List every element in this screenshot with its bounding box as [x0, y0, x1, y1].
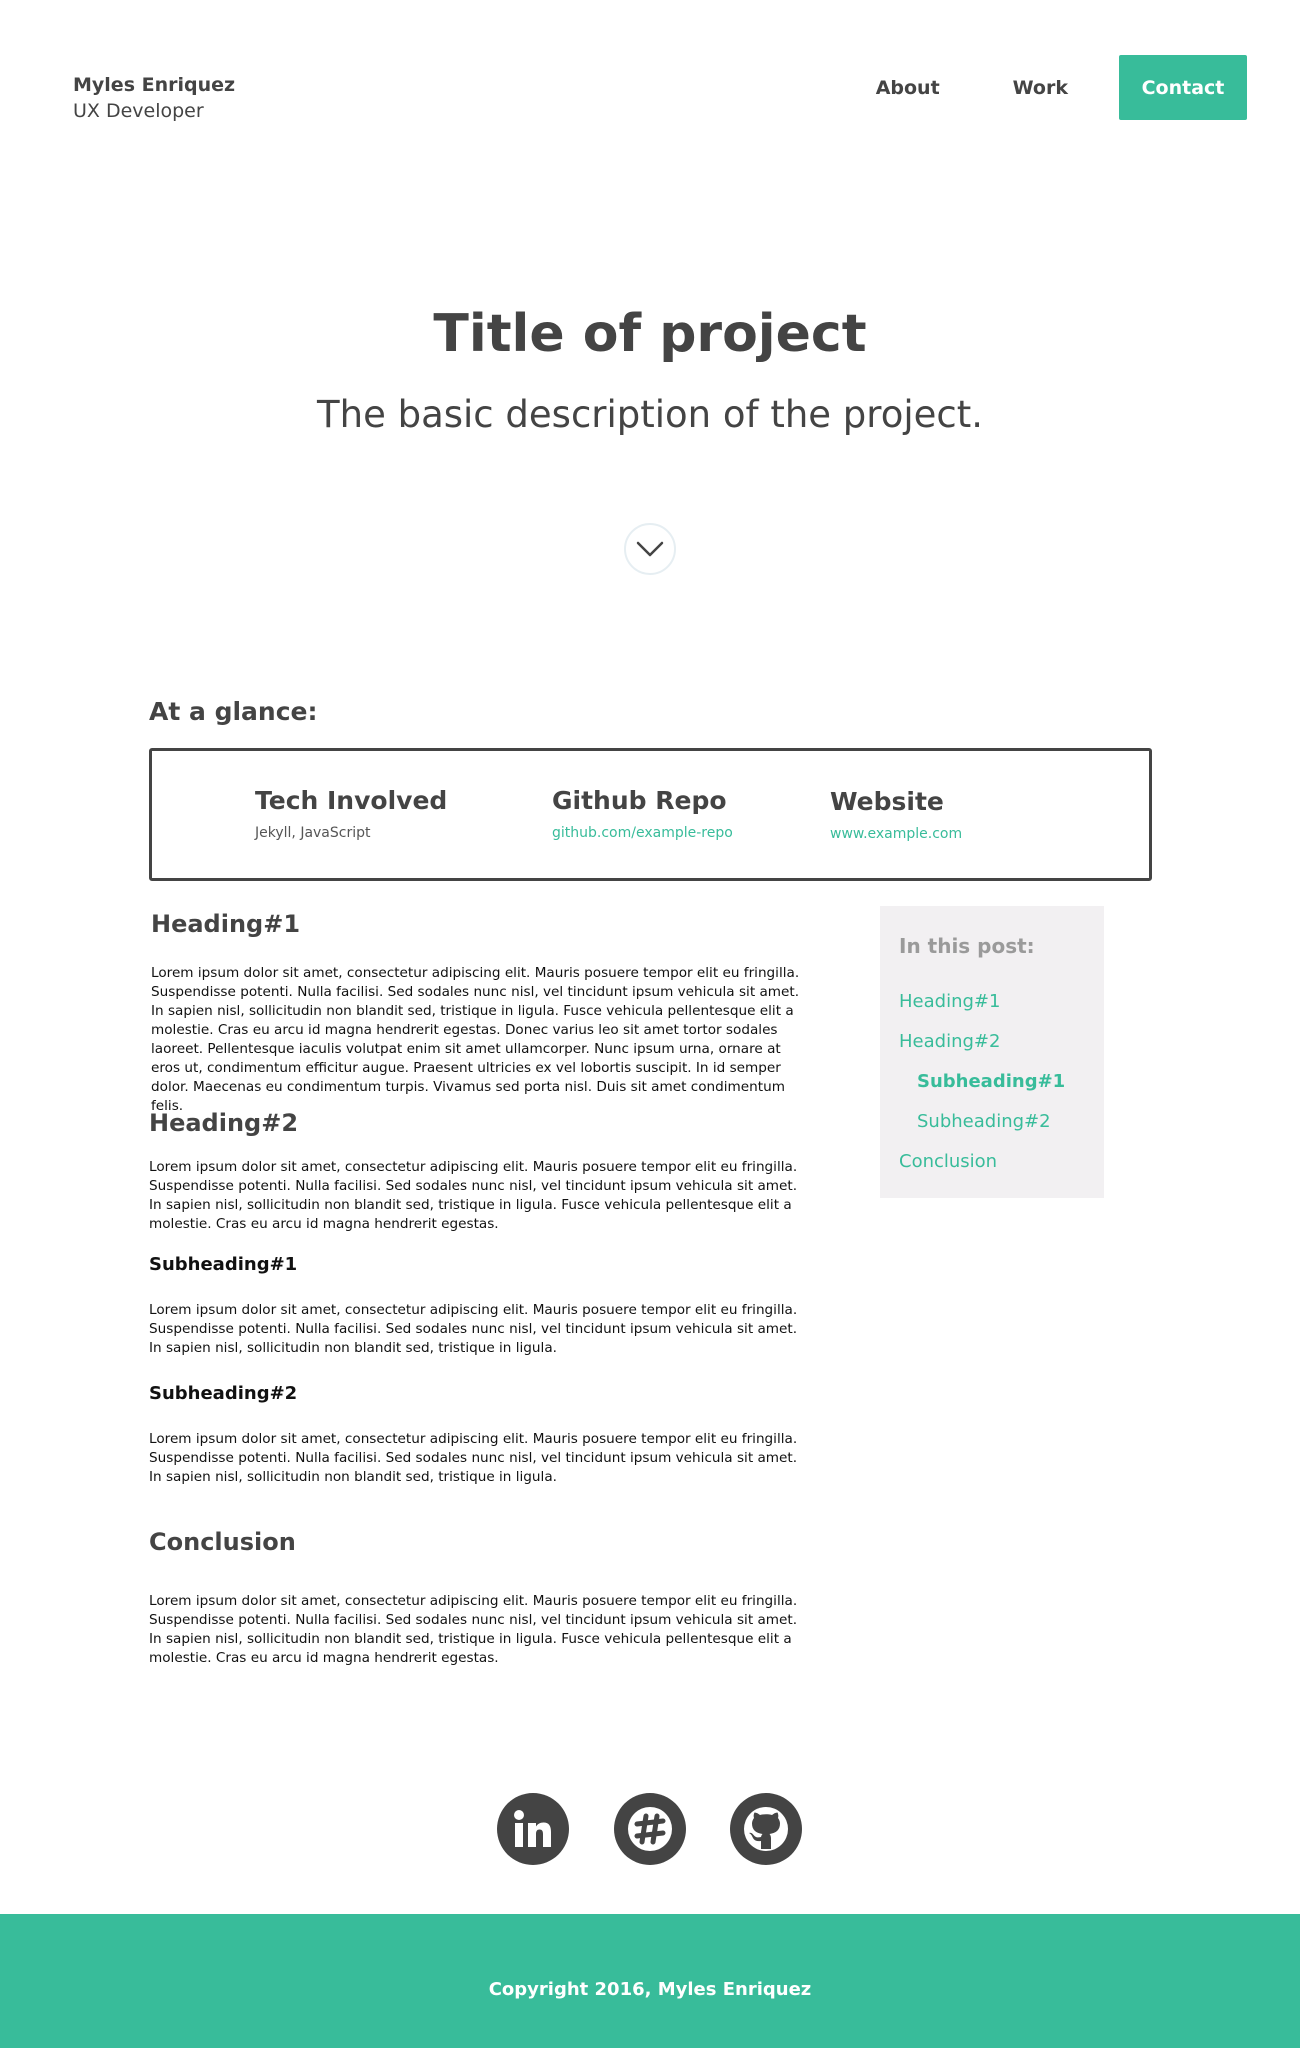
social-links — [0, 1793, 1300, 1865]
website-link[interactable]: www.example.com — [830, 825, 962, 843]
glance-website: Website www.example.com — [830, 785, 962, 843]
website-title: Website — [830, 787, 944, 816]
nav-work-link[interactable]: Work — [1013, 76, 1068, 100]
slack-icon — [628, 1807, 672, 1851]
brand-name[interactable]: Myles Enriquez — [73, 72, 235, 98]
nav-about-link[interactable]: About — [876, 76, 940, 100]
page-description: The basic description of the project. — [317, 393, 983, 436]
paragraph: Lorem ipsum dolor sit amet, consectetur … — [149, 1431, 798, 1485]
glance-tech: Tech Involved Jekyll, JavaScript — [255, 784, 447, 842]
heading-2: Heading#2 — [149, 1109, 299, 1137]
toc-item-conclusion[interactable]: Conclusion — [899, 1150, 997, 1174]
linkedin-icon — [514, 1810, 551, 1847]
github-icon — [744, 1807, 788, 1851]
heading-1: Heading#1 — [151, 910, 301, 938]
tech-title: Tech Involved — [255, 786, 448, 815]
subheading-1: Subheading#1 — [149, 1254, 298, 1275]
glance-box: Tech Involved Jekyll, JavaScript Github … — [149, 748, 1152, 881]
tech-value: Jekyll, JavaScript — [255, 825, 371, 841]
toc-item-heading-2[interactable]: Heading#2 — [899, 1030, 1000, 1054]
contact-button[interactable]: Contact — [1119, 55, 1247, 120]
paragraph: Lorem ipsum dolor sit amet, consectetur … — [151, 965, 800, 1114]
toc-item-heading-1[interactable]: Heading#1 — [899, 990, 1000, 1014]
brand-role: UX Developer — [73, 100, 204, 122]
repo-link[interactable]: github.com/example-repo — [552, 824, 733, 842]
subheading-2: Subheading#2 — [149, 1383, 298, 1404]
slack-link[interactable] — [614, 1793, 686, 1865]
toc-item-subheading-1[interactable]: Subheading#1 — [917, 1070, 1065, 1094]
brand[interactable]: Myles Enriquez UX Developer — [73, 72, 235, 124]
glance-repo: Github Repo github.com/example-repo — [552, 784, 733, 842]
toc-title: In this post: — [899, 934, 1035, 958]
repo-title: Github Repo — [552, 786, 727, 815]
chevron-down-icon — [636, 541, 664, 557]
paragraph: Lorem ipsum dolor sit amet, consectetur … — [149, 1159, 798, 1232]
copyright-text: Copyright 2016, Myles Enriquez — [488, 1979, 812, 2000]
paragraph: Lorem ipsum dolor sit amet, consectetur … — [149, 1593, 798, 1666]
scroll-down-button[interactable] — [624, 523, 676, 575]
page-title: Title of project — [433, 304, 867, 364]
footer: Copyright 2016, Myles Enriquez — [0, 1914, 1300, 2048]
glance-heading: At a glance: — [149, 697, 318, 726]
conclusion-heading: Conclusion — [149, 1528, 296, 1556]
toc-item-subheading-2[interactable]: Subheading#2 — [917, 1110, 1051, 1134]
table-of-contents: In this post: Heading#1 Heading#2 Subhea… — [880, 906, 1104, 1198]
linkedin-link[interactable] — [497, 1793, 569, 1865]
main-nav: About Work Contact — [876, 55, 1247, 120]
github-link[interactable] — [730, 1793, 802, 1865]
paragraph: Lorem ipsum dolor sit amet, consectetur … — [149, 1302, 798, 1356]
